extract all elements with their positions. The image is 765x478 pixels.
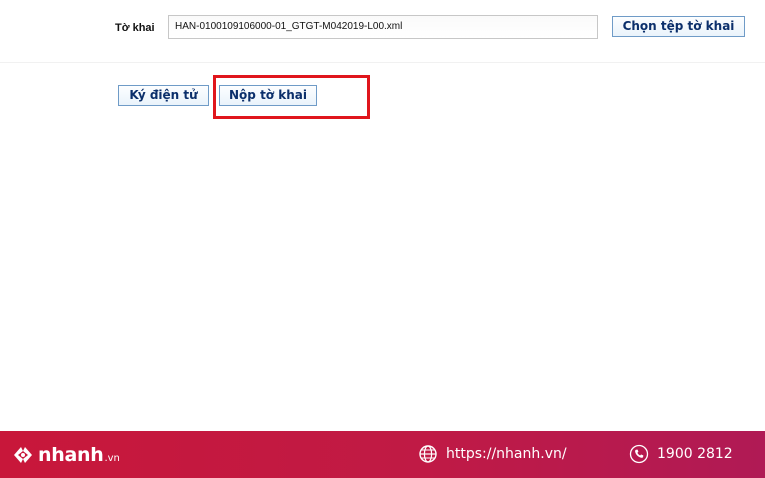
globe-icon [419,445,437,463]
website-url: https://nhanh.vn/ [446,446,567,462]
highlight-box [213,75,370,119]
logo-suffix: .vn [104,452,120,464]
choose-file-button[interactable]: Chọn tệp tờ khai [612,16,745,37]
phone-icon [629,444,649,464]
nhanh-logo-icon [14,447,32,463]
nhanh-logo[interactable]: nhanh .vn [10,441,120,469]
file-path-field[interactable]: HAN-0100109106000-01_GTGT-M042019-L00.xm… [168,15,598,39]
file-label: Tờ khai [115,22,155,34]
file-upload-row: Tờ khai HAN-0100109106000-01_GTGT-M04201… [0,0,765,62]
hotline[interactable]: 1900 2812 [629,444,733,464]
digital-sign-button[interactable]: Ký điện tử [118,85,209,106]
divider [0,62,765,63]
website-link[interactable]: https://nhanh.vn/ [418,444,567,464]
phone-number: 1900 2812 [657,446,733,462]
logo-text: nhanh [38,444,104,466]
footer-banner: nhanh .vn https://nhanh.vn/ 1900 2812 [0,431,765,478]
